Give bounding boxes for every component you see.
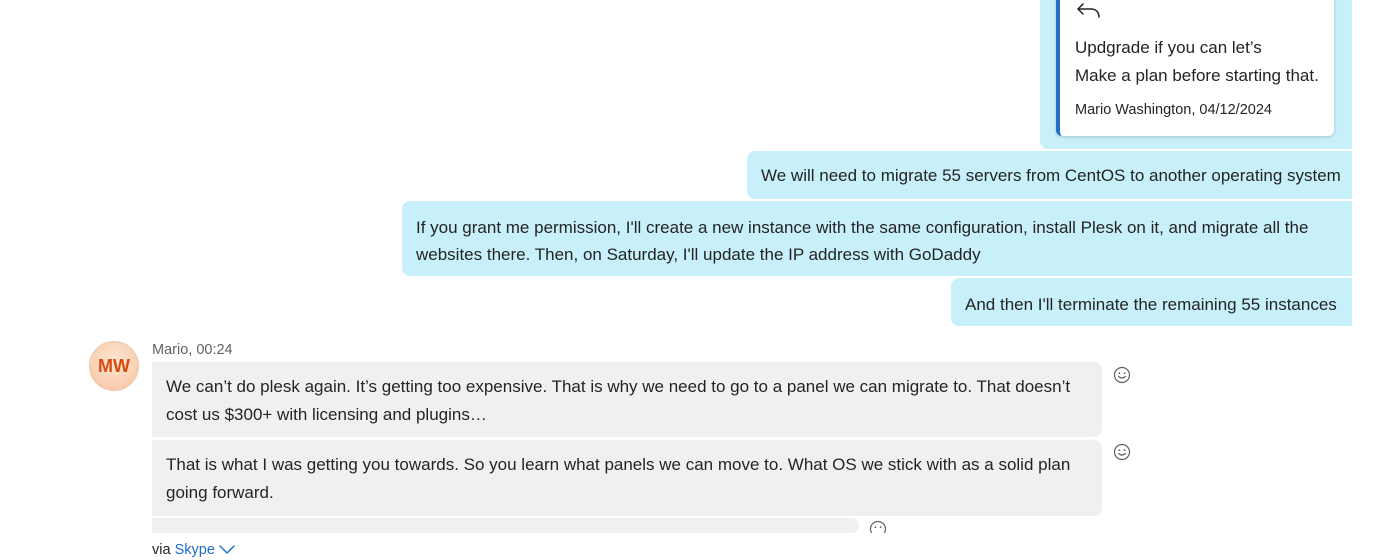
- quoted-author-date: Mario Washington, 04/12/2024: [1075, 102, 1272, 118]
- source-link[interactable]: Skype: [175, 542, 215, 558]
- quoted-text: Updgrade if you can let’s Make a plan be…: [1075, 34, 1337, 90]
- outgoing-message[interactable]: And then I'll terminate the remaining 55…: [951, 278, 1352, 326]
- emoji-smile-icon[interactable]: [1113, 443, 1131, 461]
- via-label: via: [152, 542, 171, 558]
- reply-arrow-icon: [1077, 3, 1100, 18]
- quoted-message-card[interactable]: Updgrade if you can let’s Make a plan be…: [1056, 0, 1334, 136]
- outgoing-message[interactable]: If you grant me permission, I'll create …: [402, 201, 1352, 276]
- quoted-line: Updgrade if you can let’s: [1075, 38, 1262, 57]
- avatar[interactable]: MW: [89, 341, 139, 391]
- incoming-message[interactable]: We can’t do plesk again. It’s getting to…: [152, 362, 1102, 437]
- incoming-message[interactable]: That is what I was getting you towards. …: [152, 440, 1102, 516]
- sender-name-time: Mario, 00:24: [152, 342, 233, 358]
- message-source: via Skype: [152, 541, 452, 560]
- chat-conversation: Updgrade if you can let’s Make a plan be…: [0, 0, 1397, 560]
- outgoing-message[interactable]: We will need to migrate 55 servers from …: [747, 151, 1352, 199]
- quoted-line: Make a plan before starting that.: [1075, 66, 1319, 85]
- outgoing-message-quote[interactable]: Updgrade if you can let’s Make a plan be…: [1040, 0, 1352, 149]
- emoji-smile-icon[interactable]: [1113, 366, 1131, 384]
- chevron-down-icon[interactable]: [218, 543, 236, 555]
- incoming-message-partial[interactable]: [152, 518, 859, 533]
